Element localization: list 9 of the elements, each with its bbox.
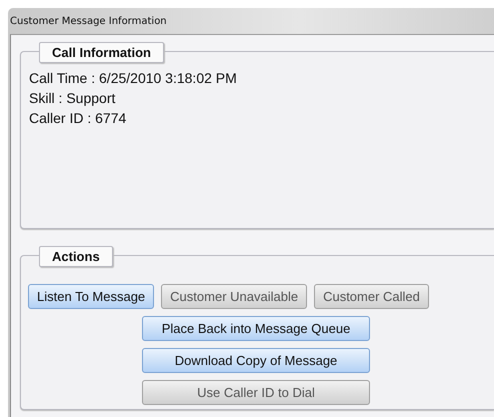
group-title: Actions [39,246,113,267]
action-button[interactable]: Place Back into Message Queue [142,316,370,341]
info-line: Skill : Support [29,90,116,106]
action-button[interactable]: Listen To Message [28,284,154,309]
info-line: Caller ID : 6774 [29,110,126,126]
group-title: Call Information [39,42,164,63]
window-title: Customer Message Information [10,14,168,28]
info-line: Call Time : 6/25/2010 3:18:02 PM [29,70,237,86]
action-button[interactable]: Download Copy of Message [142,348,370,373]
